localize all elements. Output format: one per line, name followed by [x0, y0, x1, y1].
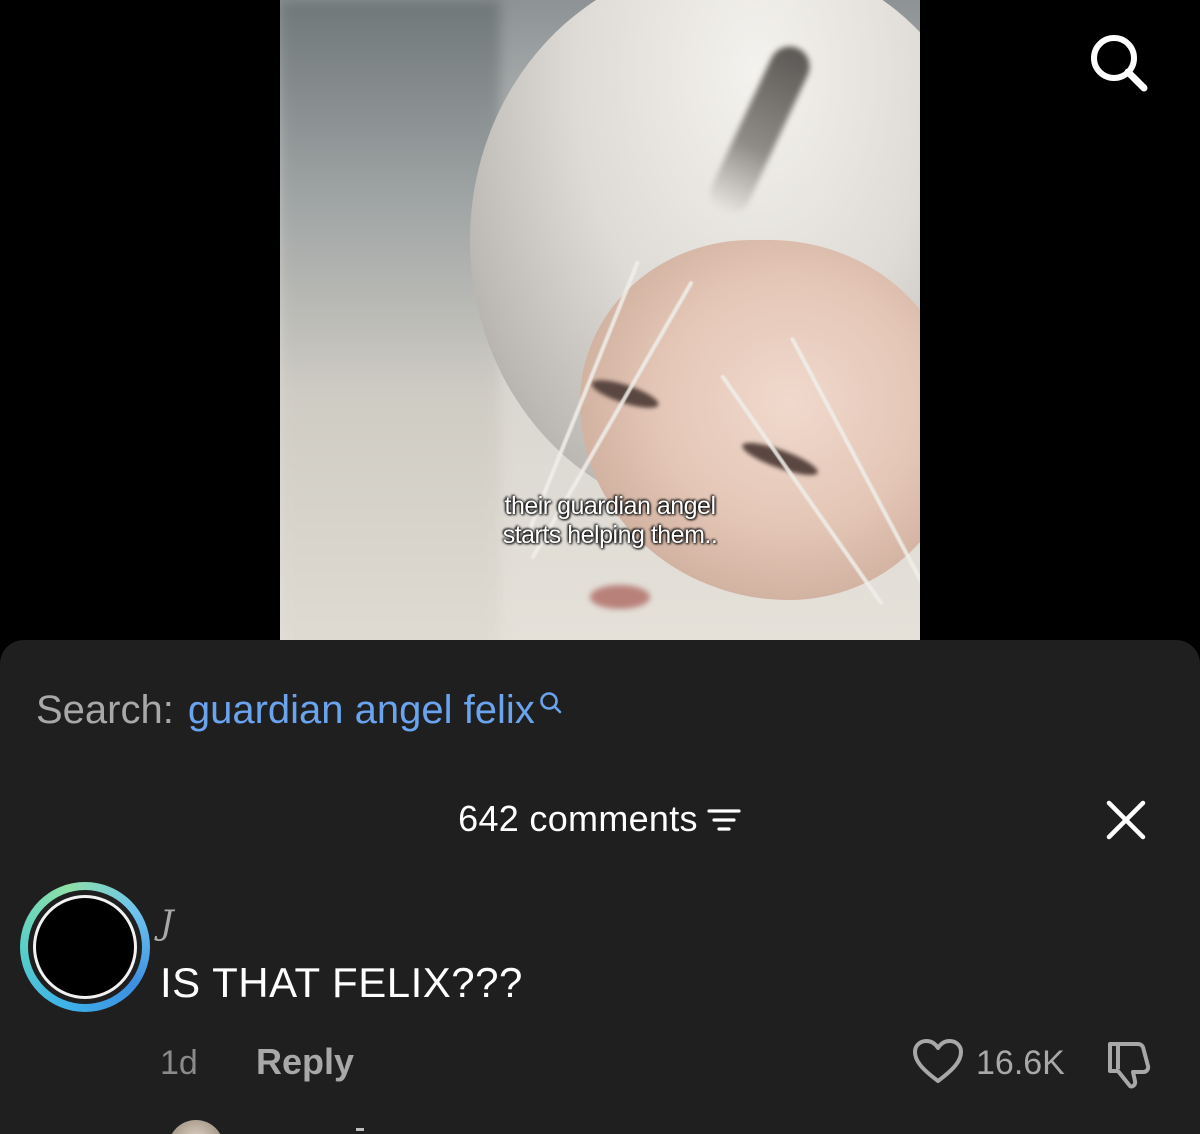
next-comment-fragment: [356, 1128, 364, 1131]
comment-text: IS THAT FELIX???: [160, 959, 523, 1006]
search-icon[interactable]: [1086, 30, 1152, 96]
comments-header: 642 comments: [0, 795, 1200, 843]
reply-button[interactable]: Reply: [256, 1039, 354, 1085]
video-caption: their guardian angel starts helping them…: [502, 492, 718, 549]
search-small-icon: [539, 692, 562, 714]
video-player[interactable]: their guardian angel starts helping them…: [280, 0, 920, 660]
search-suggestion-term[interactable]: guardian angel felix: [188, 686, 535, 734]
comment-username[interactable]: J: [160, 903, 174, 943]
video-lips: [590, 585, 650, 609]
avatar-image: [36, 898, 134, 996]
comments-count: 642 comments: [458, 798, 698, 839]
like-count: 16.6K: [976, 1044, 1065, 1082]
search-suggestion-label: Search:: [36, 688, 174, 732]
heart-icon[interactable]: [912, 1038, 964, 1086]
filter-icon[interactable]: [706, 805, 742, 835]
video-background: [280, 0, 500, 660]
avatar[interactable]: [20, 882, 150, 1012]
comment-timestamp: 1d: [160, 1044, 198, 1082]
close-icon[interactable]: [1104, 798, 1148, 842]
search-suggestion[interactable]: Search: guardian angel felix: [36, 686, 564, 734]
screen: their guardian angel starts helping them…: [0, 0, 1200, 1134]
thumbs-down-icon[interactable]: [1104, 1038, 1156, 1090]
